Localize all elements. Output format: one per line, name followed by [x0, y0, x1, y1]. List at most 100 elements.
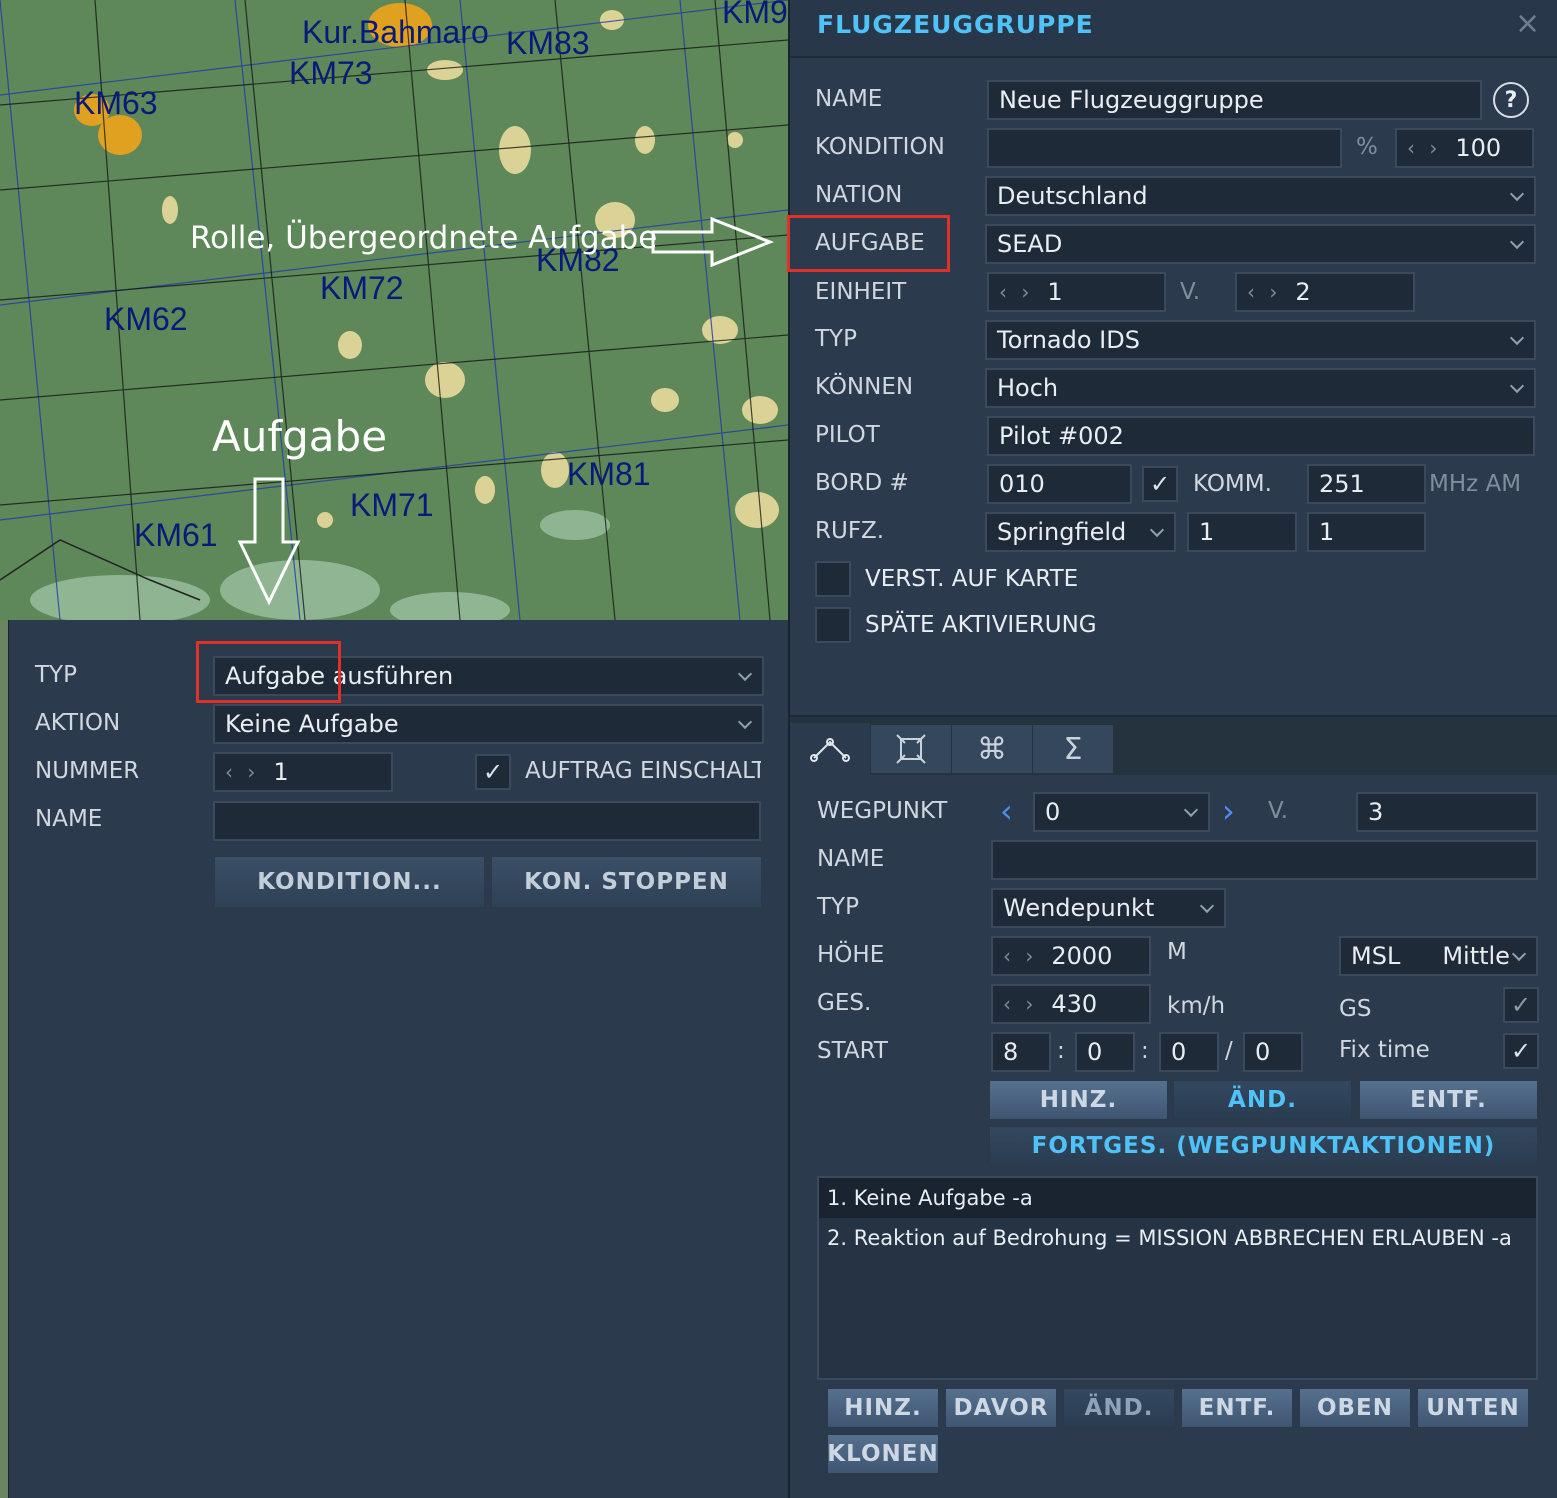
- waypoint-name-input[interactable]: [991, 840, 1538, 880]
- aktion-select[interactable]: Keine Aufgabe: [213, 704, 764, 744]
- waypoint-select[interactable]: 0: [1033, 792, 1210, 832]
- pilot-input[interactable]: Pilot #002: [987, 416, 1535, 456]
- percent-stepper[interactable]: ‹ › 100: [1395, 128, 1534, 168]
- aufgabe-select[interactable]: SEAD: [985, 224, 1536, 264]
- typ-label: TYP: [35, 662, 77, 688]
- list-item[interactable]: 1. Keine Aufgabe -a: [819, 1178, 1536, 1218]
- nation-select[interactable]: Deutschland: [985, 176, 1536, 216]
- ges-label: GES.: [817, 990, 872, 1016]
- nummer-value: 1: [273, 758, 289, 786]
- start-day-input[interactable]: 0: [1243, 1032, 1303, 1072]
- callsign-select[interactable]: Springfield: [985, 512, 1176, 552]
- speed-unit: km/h: [1167, 993, 1226, 1019]
- einheit-stepper[interactable]: ‹ › 1: [987, 272, 1166, 312]
- delete-action-button[interactable]: ENTF.: [1181, 1388, 1293, 1428]
- move-down-button[interactable]: UNTEN: [1417, 1388, 1529, 1428]
- name-label: NAME: [35, 806, 103, 832]
- delete-waypoint-button[interactable]: ENTF.: [1359, 1080, 1538, 1120]
- nummer-label: NUMMER: [35, 758, 140, 784]
- add-waypoint-button[interactable]: HINZ.: [989, 1080, 1168, 1120]
- skill-select[interactable]: Hoch: [985, 368, 1536, 408]
- tab-target-zones[interactable]: [871, 725, 951, 773]
- kondition-button[interactable]: KONDITION...: [214, 856, 485, 908]
- waypoint-type-select[interactable]: Wendepunkt: [991, 888, 1226, 928]
- start-seconds-input[interactable]: 0: [1159, 1032, 1219, 1072]
- panel-title: FLUGZEUGGRUPPE: [817, 10, 1094, 39]
- aktion-value: Keine Aufgabe: [225, 710, 399, 738]
- callsign-num2-input[interactable]: 1: [1307, 512, 1426, 552]
- map-label: KM83: [506, 25, 590, 61]
- bord-value: 010: [999, 470, 1045, 498]
- advanced-waypoint-actions-button[interactable]: FORTGES. (WEGPUNKTAKTIONEN): [989, 1126, 1538, 1166]
- spaete-checkbox[interactable]: [815, 607, 851, 643]
- start-hours-value: 8: [1003, 1038, 1019, 1066]
- kondition-label: KONDITION: [815, 134, 945, 160]
- komm-input[interactable]: 251: [1307, 464, 1426, 504]
- add-action-button[interactable]: HINZ.: [827, 1388, 939, 1428]
- altitude-unit: M: [1167, 939, 1187, 965]
- stepper-arrows-icon[interactable]: ‹ ›: [999, 280, 1033, 304]
- altitude-type-select[interactable]: MSL Mittle: [1339, 936, 1538, 976]
- stepper-arrows-icon[interactable]: ‹ ›: [1003, 944, 1037, 968]
- komm-unit: MHz AM: [1429, 471, 1522, 497]
- map-label: KM81: [567, 456, 651, 492]
- edit-action-button[interactable]: ÄND.: [1063, 1388, 1175, 1428]
- callsign-num1-input[interactable]: 1: [1187, 512, 1297, 552]
- annotation-task-text: Aufgabe: [212, 412, 388, 461]
- callsign-num1-value: 1: [1199, 518, 1215, 546]
- einheit-total-stepper[interactable]: ‹ › 2: [1235, 272, 1415, 312]
- fix-time-checkbox[interactable]: ✓: [1503, 1033, 1539, 1069]
- stop-condition-button[interactable]: KON. STOPPEN: [491, 856, 762, 908]
- help-icon[interactable]: ?: [1493, 82, 1529, 118]
- bord-input[interactable]: 010: [987, 464, 1132, 504]
- auftrag-label: AUFTRAG EINSCHALT: [525, 760, 761, 783]
- action-list: 1. Keine Aufgabe -a 2. Reaktion auf Bedr…: [817, 1176, 1538, 1380]
- nummer-stepper[interactable]: ‹ › 1: [213, 752, 393, 792]
- stepper-arrows-icon[interactable]: ‹ ›: [225, 760, 259, 784]
- aircraft-type-select[interactable]: Tornado IDS: [985, 320, 1536, 360]
- route-icon: [810, 738, 850, 762]
- percent-label: %: [1356, 134, 1378, 160]
- stepper-arrows-icon[interactable]: ‹ ›: [1003, 992, 1037, 1016]
- map-label: KM62: [104, 301, 188, 337]
- list-item[interactable]: 2. Reaktion auf Bedrohung = MISSION ABBR…: [819, 1218, 1536, 1258]
- tab-waypoints[interactable]: [790, 723, 870, 775]
- next-waypoint-icon[interactable]: ›: [1222, 792, 1235, 830]
- move-up-button[interactable]: OBEN: [1299, 1388, 1411, 1428]
- task-name-input[interactable]: [213, 801, 761, 841]
- prev-waypoint-icon[interactable]: ‹: [1000, 792, 1013, 830]
- time-separator: :: [1057, 1038, 1065, 1064]
- tab-summary[interactable]: Σ: [1033, 725, 1113, 773]
- edit-waypoint-button[interactable]: ÄND.: [1173, 1080, 1352, 1120]
- map-label: KM73: [289, 55, 373, 91]
- speed-stepper[interactable]: ‹ › 430: [991, 984, 1151, 1024]
- map-label: KM9: [722, 0, 788, 30]
- group-kondition-input[interactable]: [987, 128, 1342, 168]
- start-minutes-value: 0: [1087, 1038, 1103, 1066]
- verst-checkbox[interactable]: [815, 561, 851, 597]
- verst-label: VERST. AUF KARTE: [865, 566, 1079, 592]
- start-hours-input[interactable]: 8: [991, 1032, 1051, 1072]
- einheit-total-value: 2: [1295, 278, 1311, 306]
- start-minutes-input[interactable]: 0: [1075, 1032, 1135, 1072]
- aircraft-type-value: Tornado IDS: [997, 326, 1140, 354]
- einheit-value: 1: [1047, 278, 1063, 306]
- altitude-stepper[interactable]: ‹ › 2000: [991, 936, 1151, 976]
- nation-value: Deutschland: [997, 182, 1148, 210]
- aufgabe-value: SEAD: [997, 230, 1063, 258]
- map-view[interactable]: KM63 Kur.Bahmaro KM73 KM83 KM9 KM82 KM72…: [0, 0, 788, 620]
- altitude-value: 2000: [1051, 942, 1113, 970]
- komm-checkbox[interactable]: ✓: [1142, 466, 1178, 502]
- gs-checkbox[interactable]: ✓: [1503, 987, 1539, 1023]
- clone-action-button[interactable]: KLONEN: [827, 1434, 939, 1474]
- auftrag-checkbox[interactable]: ✓: [475, 754, 511, 790]
- hoehe-label: HÖHE: [817, 942, 885, 968]
- stepper-arrows-icon[interactable]: ‹ ›: [1407, 136, 1441, 160]
- tab-command[interactable]: ⌘: [952, 725, 1032, 773]
- stepper-arrows-icon[interactable]: ‹ ›: [1247, 280, 1281, 304]
- close-icon[interactable]: ×: [1515, 6, 1540, 41]
- insert-before-button[interactable]: DAVOR: [945, 1388, 1057, 1428]
- group-name-input[interactable]: Neue Flugzeuggruppe: [987, 80, 1482, 120]
- highlight-box: [787, 215, 950, 272]
- typ-label: TYP: [815, 326, 857, 352]
